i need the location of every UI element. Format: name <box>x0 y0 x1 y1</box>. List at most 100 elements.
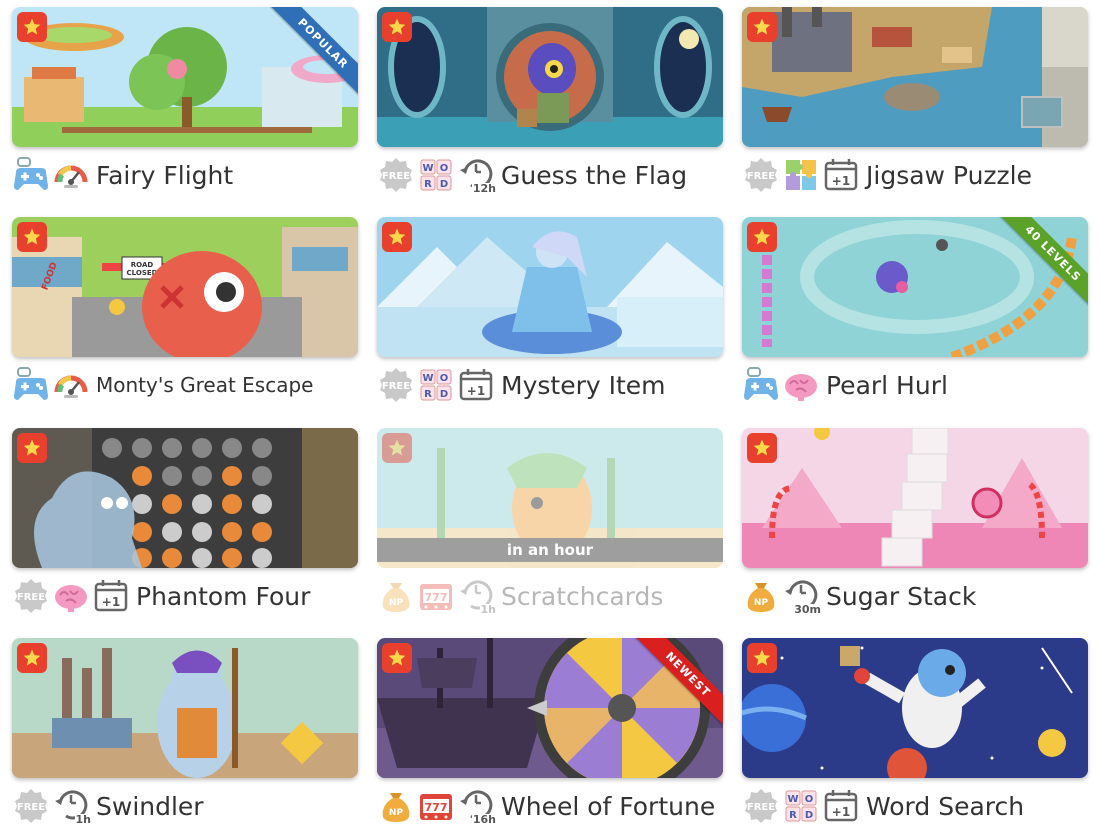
game-title[interactable]: Sugar Stack <box>826 582 976 611</box>
game-thumbnail[interactable] <box>742 428 1088 568</box>
timer-icon: 30m <box>782 577 822 616</box>
svg-text:W: W <box>422 163 433 174</box>
free-badge-icon: FREE <box>742 787 780 825</box>
svg-text:NP: NP <box>754 598 769 608</box>
gamepad-icon <box>742 366 780 404</box>
svg-text:FREE: FREE <box>382 171 410 182</box>
game-thumbnail[interactable]: POPULAR <box>12 7 358 147</box>
favorite-star-icon[interactable] <box>382 222 412 252</box>
game-card-guess-the-flag[interactable]: FREE WORD 12h Guess the Flag <box>377 7 723 207</box>
game-card-swindler[interactable]: FREE 1h Swindler <box>12 638 358 838</box>
jigsaw-puzzle-art <box>742 7 1088 147</box>
popular-ribbon: POPULAR <box>262 7 358 104</box>
word-tiles-icon: WORD <box>417 156 455 194</box>
timer-label: 12h <box>471 182 497 195</box>
timer-label: 30m <box>793 603 822 616</box>
game-thumbnail[interactable] <box>742 638 1088 778</box>
game-title[interactable]: Mystery Item <box>501 371 666 400</box>
favorite-star-icon[interactable] <box>747 433 777 463</box>
game-card-montys-great-escape[interactable]: ROAD CLOSED FOOD Monty's Great Escape <box>12 217 358 417</box>
svg-text:777: 777 <box>425 591 448 604</box>
favorite-star-icon[interactable] <box>382 433 412 463</box>
game-title[interactable]: Jigsaw Puzzle <box>866 161 1032 190</box>
games-grid: POPULAR Fairy Flight FREE W O R D 12h Gu… <box>0 0 1101 840</box>
svg-text:W: W <box>422 373 433 384</box>
game-card-pearl-hurl[interactable]: 40 LEVELS Pearl Hurl <box>742 217 1088 417</box>
favorite-star-icon[interactable] <box>747 12 777 42</box>
game-info: Pearl Hurl <box>742 365 1092 405</box>
favorite-star-icon[interactable] <box>17 643 47 673</box>
svg-text:777: 777 <box>425 801 448 814</box>
free-badge-icon: FREE <box>12 787 50 825</box>
game-card-jigsaw-puzzle[interactable]: FREE +1 Jigsaw Puzzle <box>742 7 1088 207</box>
svg-text:FREE: FREE <box>17 592 45 603</box>
game-card-wheel-of-fortune[interactable]: NEWEST NP 777 16h Wheel of Fortune <box>377 638 723 838</box>
game-info: Fairy Flight <box>12 155 362 195</box>
svg-text:W: W <box>787 794 798 805</box>
svg-text:O: O <box>440 163 449 174</box>
game-thumbnail[interactable]: in an hour <box>377 428 723 568</box>
game-info: NP 777 16h Wheel of Fortune <box>377 786 727 826</box>
game-card-fairy-flight[interactable]: POPULAR Fairy Flight <box>12 7 358 207</box>
timer-icon: 1h <box>457 577 497 616</box>
ribbon: 40 LEVELS <box>988 217 1088 317</box>
game-title[interactable]: Swindler <box>96 792 204 821</box>
svg-text:D: D <box>440 389 448 400</box>
game-thumbnail[interactable]: NEWEST <box>377 638 723 778</box>
game-info: FREE WORD +1 Mystery Item <box>377 365 727 405</box>
svg-text:+1: +1 <box>102 595 120 609</box>
timer-label: 1h <box>479 603 497 616</box>
timer-label: 1h <box>74 813 92 826</box>
free-badge-icon: FREE <box>377 156 415 194</box>
cooldown-banner: in an hour <box>377 538 723 562</box>
game-title[interactable]: Fairy Flight <box>96 161 233 190</box>
game-title[interactable]: Phantom Four <box>136 582 310 611</box>
timer-icon: 1h <box>52 787 92 826</box>
favorite-star-icon[interactable] <box>747 643 777 673</box>
game-card-sugar-stack[interactable]: NP 30m Sugar Stack <box>742 428 1088 628</box>
game-info: FREE WORD +1 Word Search <box>742 786 1092 826</box>
calendar-plus-one-icon: +1 <box>457 366 495 404</box>
svg-text:R: R <box>789 810 797 821</box>
gamepad-icon <box>12 366 50 404</box>
favorite-star-icon[interactable] <box>17 222 47 252</box>
game-card-word-search[interactable]: FREE WORD +1 Word Search <box>742 638 1088 838</box>
svg-text:O: O <box>440 373 449 384</box>
game-thumbnail[interactable] <box>12 638 358 778</box>
game-title[interactable]: Word Search <box>866 792 1024 821</box>
game-thumbnail[interactable]: 40 LEVELS <box>742 217 1088 357</box>
favorite-star-icon[interactable] <box>382 643 412 673</box>
game-title[interactable]: Guess the Flag <box>501 161 687 190</box>
favorite-star-icon[interactable] <box>382 12 412 42</box>
favorite-star-icon[interactable] <box>747 222 777 252</box>
svg-text:+1: +1 <box>832 805 850 819</box>
game-info: Monty's Great Escape <box>12 365 362 405</box>
svg-text:NP: NP <box>389 598 404 608</box>
svg-text:D: D <box>805 810 813 821</box>
svg-text:NP: NP <box>389 808 404 818</box>
game-thumbnail[interactable] <box>12 428 358 568</box>
favorite-star-icon[interactable] <box>17 433 47 463</box>
phantom-four-art <box>12 428 358 568</box>
game-card-phantom-four[interactable]: FREE +1 Phantom Four <box>12 428 358 628</box>
game-thumbnail[interactable] <box>377 217 723 357</box>
guess-the-flag-art <box>377 7 723 147</box>
svg-text:ROAD: ROAD <box>131 261 154 269</box>
game-title[interactable]: Monty's Great Escape <box>96 373 313 397</box>
game-thumbnail[interactable]: ROAD CLOSED FOOD <box>12 217 358 357</box>
svg-text:FREE: FREE <box>747 171 775 182</box>
game-thumbnail[interactable] <box>742 7 1088 147</box>
timer-icon: 12h <box>457 156 497 195</box>
timer-label: 16h <box>471 813 497 826</box>
game-title[interactable]: Scratchcards <box>501 582 663 611</box>
game-thumbnail[interactable] <box>377 7 723 147</box>
game-card-scratchcards[interactable]: in an hour NP 777 1h Scratchcards <box>377 428 723 628</box>
calendar-plus-one-icon: +1 <box>822 787 860 825</box>
money-bag-icon: NP <box>742 577 780 615</box>
game-title[interactable]: Wheel of Fortune <box>501 792 715 821</box>
game-title[interactable]: Pearl Hurl <box>826 371 948 400</box>
game-card-mystery-item[interactable]: FREE WORD +1 Mystery Item <box>377 217 723 417</box>
puzzle-pieces-icon <box>782 156 820 194</box>
favorite-star-icon[interactable] <box>17 12 47 42</box>
swindler-art <box>12 638 358 778</box>
